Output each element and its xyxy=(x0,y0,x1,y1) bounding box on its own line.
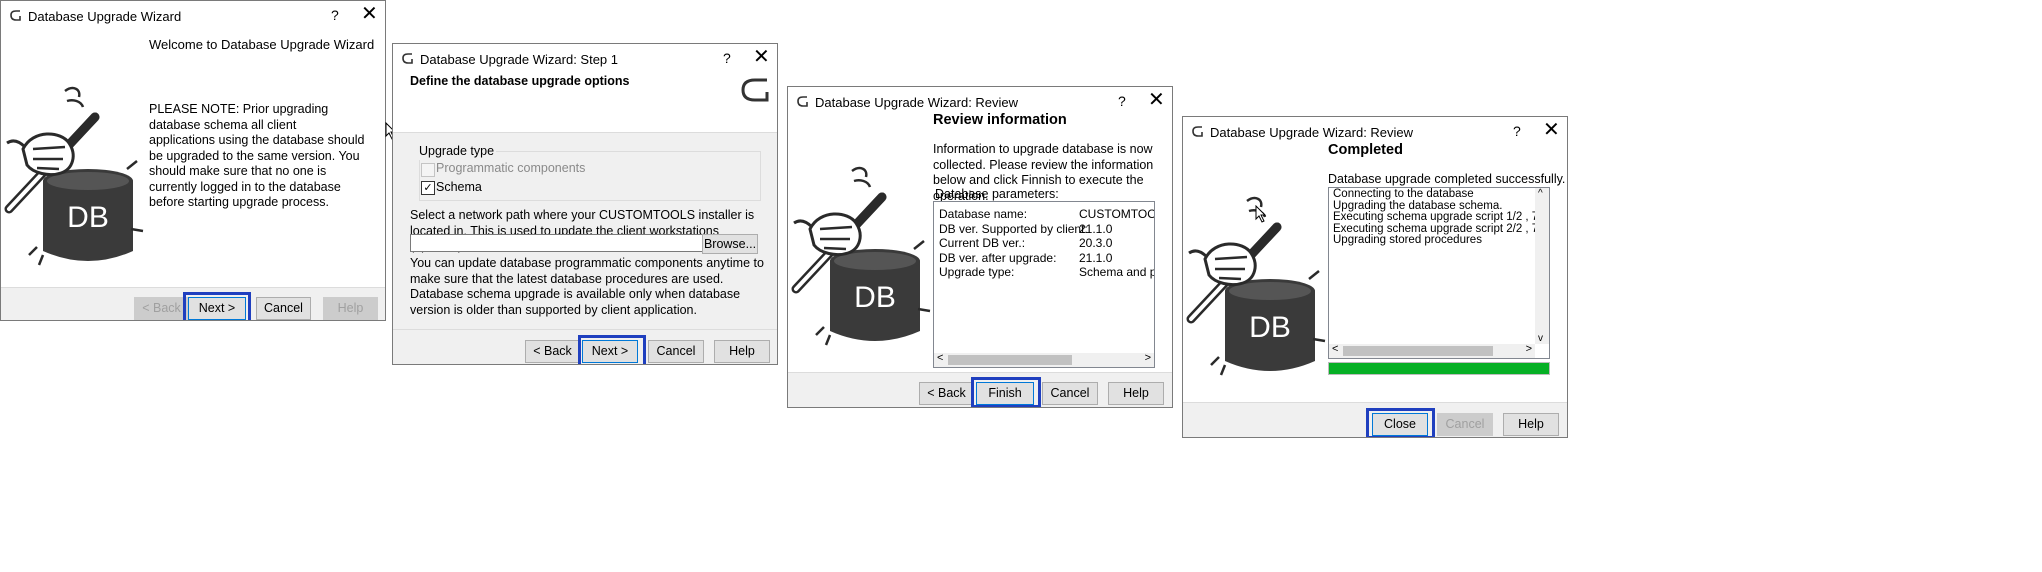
separator xyxy=(1,287,385,288)
title-bar[interactable]: Database Upgrade Wizard ? ✕ xyxy=(1,1,385,31)
help-glyph-button[interactable]: ? xyxy=(1513,123,1521,139)
group-label: Upgrade type xyxy=(417,144,497,160)
param-name: DB ver. after upgrade: xyxy=(939,250,1057,265)
help-button[interactable]: Help xyxy=(1503,413,1559,436)
scroll-up-icon[interactable]: ^ xyxy=(1538,188,1543,199)
param-value: 21.1.0 xyxy=(1079,221,1113,236)
status-text: Database upgrade completed successfully. xyxy=(1328,172,1566,186)
upgrade-note: PLEASE NOTE: Prior upgrading database sc… xyxy=(149,102,365,209)
checkbox-programmatic-label: Programmatic components xyxy=(436,161,586,175)
app-icon xyxy=(10,10,21,21)
progress-fill xyxy=(1329,363,1549,374)
page-title: Completed xyxy=(1328,142,1403,158)
cancel-button[interactable]: Cancel xyxy=(1437,413,1493,436)
param-row: Upgrade type: Schema and progr xyxy=(939,265,1154,280)
checkbox-programmatic[interactable] xyxy=(421,163,435,177)
back-button[interactable]: < Back xyxy=(525,340,580,363)
next-button[interactable]: Next > xyxy=(582,340,638,363)
next-button[interactable]: Next > xyxy=(188,297,246,320)
param-value: CUSTOMTOOLS-D xyxy=(1079,207,1155,221)
separator xyxy=(393,132,777,133)
scroll-left-icon[interactable]: < xyxy=(1332,343,1338,355)
window-title: Database Upgrade Wizard: Step 1 xyxy=(420,52,618,67)
help-glyph-button[interactable]: ? xyxy=(1118,93,1126,109)
checkbox-schema[interactable]: ✓ xyxy=(421,181,435,195)
help-button[interactable]: Help xyxy=(1108,382,1164,405)
db-label: DB xyxy=(67,201,109,234)
wizard-illustration: DB xyxy=(3,69,153,279)
param-row: DB ver. Supported by client: 21.1.0 xyxy=(939,221,1154,237)
back-button[interactable]: < Back xyxy=(919,382,974,405)
horizontal-scrollbar[interactable]: < > xyxy=(934,352,1154,367)
scroll-left-icon[interactable]: < xyxy=(937,352,943,364)
finish-button[interactable]: Finish xyxy=(976,382,1034,405)
dialog-welcome: Database Upgrade Wizard ? ✕ DB Welcome t… xyxy=(0,0,386,321)
browse-button[interactable]: Browse... xyxy=(702,234,758,254)
log-list[interactable]: Connecting to the database Upgrading the … xyxy=(1328,187,1550,359)
app-icon xyxy=(1192,126,1203,137)
scrollbar-thumb[interactable] xyxy=(1343,346,1493,356)
help-button[interactable]: Help xyxy=(714,340,770,363)
param-row: Database name: CUSTOMTOOLS-D xyxy=(939,207,1155,222)
window-title: Database Upgrade Wizard: Review xyxy=(815,95,1019,110)
params-list[interactable]: Database name: CUSTOMTOOLS-DDB ver. Suppo… xyxy=(933,201,1155,368)
progress-bar xyxy=(1328,362,1550,375)
scroll-right-icon[interactable]: > xyxy=(1526,343,1532,355)
app-icon xyxy=(797,96,808,107)
page-title: Welcome to Database Upgrade Wizard xyxy=(149,37,375,52)
separator xyxy=(1183,402,1567,403)
page-title: Review information xyxy=(933,112,1067,128)
window-title: Database Upgrade Wizard: Review xyxy=(1210,125,1414,140)
logo-icon xyxy=(741,78,769,102)
param-value: Schema and progr xyxy=(1079,265,1154,279)
help-glyph-button[interactable]: ? xyxy=(723,50,731,66)
close-button[interactable]: Close xyxy=(1372,413,1428,436)
log-rows: Connecting to the database Upgrading the … xyxy=(1333,188,1549,247)
checkbox-schema-label: Schema xyxy=(436,180,482,194)
param-name: DB ver. Supported by client: xyxy=(939,221,1088,236)
browse-label: Browse... xyxy=(703,237,757,251)
cancel-button[interactable]: Cancel xyxy=(256,297,311,320)
title-bar[interactable]: Database Upgrade Wizard: Step 1 ? ✕ xyxy=(393,44,777,74)
horizontal-scrollbar[interactable]: < > xyxy=(1329,343,1535,358)
separator xyxy=(788,372,1172,373)
param-value: 20.3.0 xyxy=(1079,236,1113,250)
close-icon[interactable]: ✕ xyxy=(1148,89,1165,111)
window-title: Database Upgrade Wizard xyxy=(28,9,182,24)
close-icon[interactable]: ✕ xyxy=(753,46,770,68)
cancel-button[interactable]: Cancel xyxy=(1042,382,1098,405)
close-icon[interactable]: ✕ xyxy=(1543,119,1560,141)
param-name: Database name: xyxy=(939,207,1028,221)
param-row: DB ver. after upgrade: 21.1.0 xyxy=(939,250,1154,266)
log-line: Executing schema upgrade script 1/2 , 76… xyxy=(1333,211,1549,223)
log-line: Upgrading stored procedures xyxy=(1333,234,1482,246)
scroll-right-icon[interactable]: > xyxy=(1145,352,1151,364)
scrollbar-thumb[interactable] xyxy=(948,355,1072,365)
dialog-review: Database Upgrade Wizard: Review ? ✕ DB R… xyxy=(787,86,1173,408)
help-glyph-button[interactable]: ? xyxy=(331,7,339,23)
dialog-completed: Database Upgrade Wizard: Review ? ✕ DB C… xyxy=(1182,116,1568,438)
separator xyxy=(393,329,777,330)
page-title: Define the database upgrade options xyxy=(410,74,630,88)
wizard-illustration: DB xyxy=(790,149,940,359)
param-name: Upgrade type: xyxy=(939,265,1015,279)
db-label: DB xyxy=(854,281,896,314)
path-input[interactable] xyxy=(410,234,704,252)
help-button[interactable]: Help xyxy=(323,297,378,320)
app-icon xyxy=(402,53,413,64)
dialog-step1: Database Upgrade Wizard: Step 1 ? ✕ Defi… xyxy=(392,43,778,365)
info-text: You can update database programmatic com… xyxy=(410,256,764,317)
mouse-cursor-icon xyxy=(1255,205,1267,223)
back-button[interactable]: < Back xyxy=(134,297,189,320)
param-name: Current DB ver.: xyxy=(939,236,1026,250)
scroll-down-icon[interactable]: v xyxy=(1538,333,1543,344)
param-row: Current DB ver.: 20.3.0 xyxy=(939,236,1154,251)
close-icon[interactable]: ✕ xyxy=(361,3,378,25)
params-rows: Database name: CUSTOMTOOLS-DDB ver. Suppo… xyxy=(939,207,1155,280)
cancel-button[interactable]: Cancel xyxy=(648,340,704,363)
log-line: Connecting to the database xyxy=(1333,188,1474,200)
db-label: DB xyxy=(1249,311,1291,344)
vertical-scrollbar[interactable]: ^ v xyxy=(1535,188,1549,344)
param-value: 21.1.0 xyxy=(1079,250,1113,265)
